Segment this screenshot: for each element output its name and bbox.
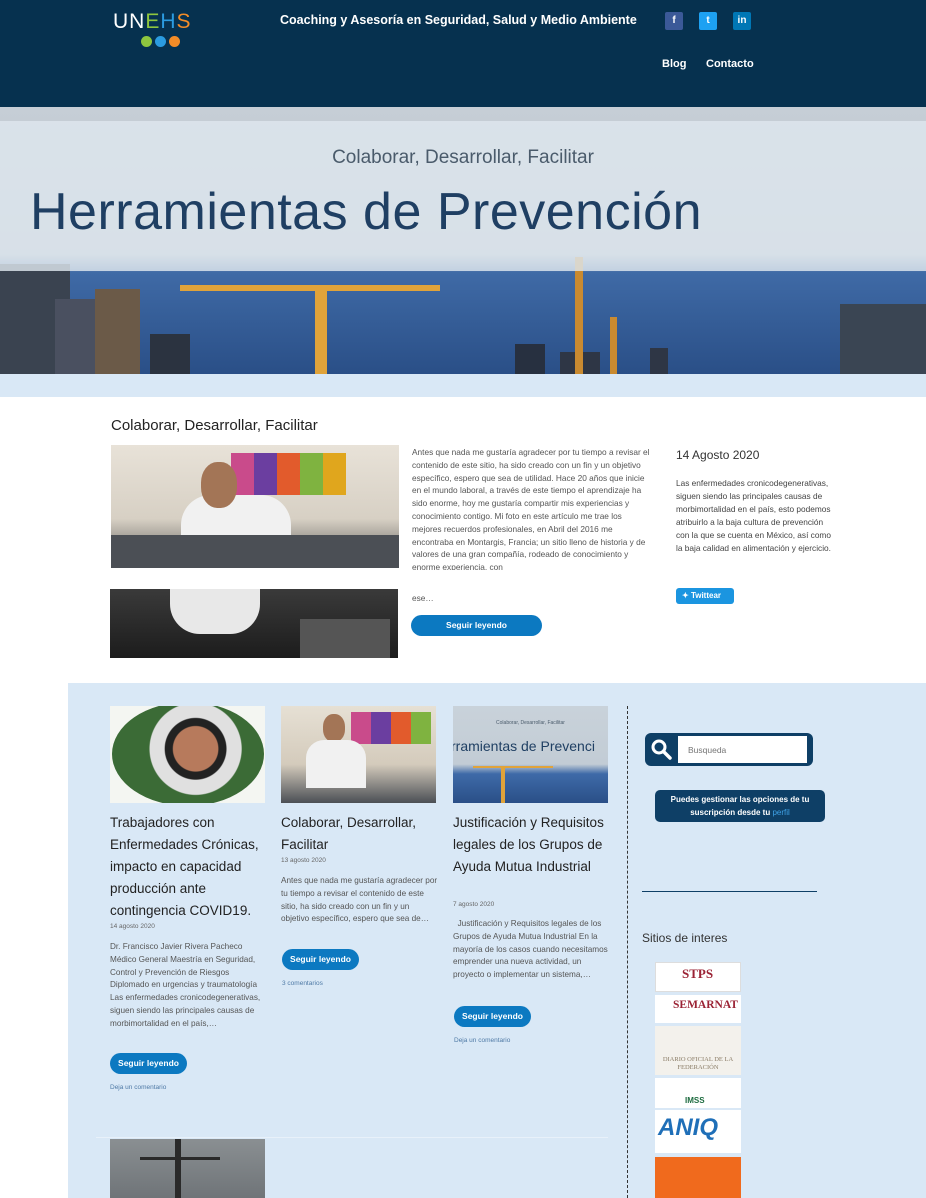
read-more-button[interactable]: Seguir leyendo <box>282 949 359 970</box>
featured-date: 14 Agosto 2020 <box>676 448 760 462</box>
building-silhouette <box>650 348 668 374</box>
image-caption-title: rramientas de Prevenci <box>453 738 595 754</box>
site-logo[interactable]: UNEHS <box>113 10 198 50</box>
crane-mast <box>501 766 505 803</box>
comment-link[interactable]: Deja un comentario <box>110 1084 166 1091</box>
search-icon[interactable] <box>651 739 672 760</box>
hero-banner: Colaborar, Desarrollar, Facilitar Herram… <box>0 107 926 374</box>
post-image[interactable] <box>110 706 265 803</box>
featured-post-title[interactable]: Colaborar, Desarrollar, Facilitar <box>111 417 318 434</box>
crane-jib <box>180 285 440 291</box>
dof-logo-text: DIARIO OFICIAL DE LA FEDERACIÓN <box>662 1056 734 1071</box>
building-silhouette <box>515 344 545 374</box>
person-head <box>201 462 237 508</box>
linkedin-icon[interactable]: in <box>733 12 751 30</box>
tweet-label: Twittear <box>690 591 722 600</box>
twitter-icon[interactable]: t <box>699 12 717 30</box>
featured-read-more-button[interactable]: Seguir leyendo <box>411 615 542 636</box>
profile-link[interactable]: perfil <box>772 808 789 817</box>
bookshelf <box>231 453 346 495</box>
building-silhouette <box>95 289 140 374</box>
stps-logo-text: STPS <box>682 966 714 981</box>
section-separator <box>0 374 926 397</box>
person-head <box>323 714 345 742</box>
utility-wires <box>140 1157 220 1160</box>
utility-pole <box>175 1139 181 1198</box>
crane-mast <box>575 257 583 374</box>
post-image[interactable]: Colaborar, Desarrollar, Facilitar rramie… <box>453 706 608 803</box>
building-silhouette <box>840 304 926 374</box>
sites-heading: Sitios de interes <box>642 931 728 945</box>
sidebar-divider <box>627 706 628 1198</box>
stps-logo[interactable]: STPS <box>655 962 741 992</box>
posts-row-divider <box>96 1137 608 1138</box>
imss-logo[interactable]: IMSS <box>655 1078 741 1108</box>
site-tagline: Coaching y Asesoría en Seguridad, Salud … <box>280 13 637 27</box>
orange-site-logo[interactable] <box>655 1157 741 1198</box>
building-silhouette <box>150 334 190 374</box>
featured-post-excerpt-end: ese… <box>412 593 434 603</box>
semarnat-logo-text: SEMARNAT <box>673 999 738 1011</box>
subscription-notice: Puedes gestionar las opciones de tu susc… <box>655 790 825 822</box>
post-image[interactable] <box>110 1139 265 1198</box>
crane-jib <box>473 766 553 768</box>
imss-logo-text: IMSS <box>685 1096 705 1105</box>
featured-post-image[interactable] <box>111 445 399 568</box>
featured-summary: Las enfermedades cronicodegenerativas, s… <box>676 478 831 553</box>
post-excerpt: Dr. Francisco Javier Rivera Pacheco Médi… <box>110 942 261 1028</box>
comment-link[interactable]: 3 comentarios <box>282 980 323 987</box>
crane-mast <box>315 287 327 374</box>
post-title[interactable]: Colaborar, Desarrollar, Facilitar <box>281 812 441 856</box>
post-title[interactable]: Justificación y Requisitos legales de lo… <box>453 812 613 878</box>
featured-post-excerpt: Antes que nada me gustaría agradecer por… <box>412 447 650 570</box>
portrait-photo <box>112 706 264 803</box>
bookshelf <box>351 712 431 744</box>
post-excerpt: Justificación y Requisitos legales de lo… <box>453 919 611 980</box>
twitter-icon: ✦ <box>682 591 689 600</box>
hero-subtitle: Colaborar, Desarrollar, Facilitar <box>332 147 594 168</box>
post-title[interactable]: Trabajadores con Enfermedades Crónicas, … <box>110 812 270 922</box>
person-body <box>170 589 260 634</box>
post-date: 13 agosto 2020 <box>281 857 326 864</box>
post-excerpt: Antes que nada me gustaría agradecer por… <box>281 876 438 924</box>
facebook-icon[interactable]: f <box>665 12 683 30</box>
hero-title: Herramientas de Prevención <box>30 183 702 241</box>
post-date: 14 agosto 2020 <box>110 923 155 930</box>
site-header: UNEHS Coaching y Asesoría en Seguridad, … <box>0 0 926 107</box>
post-image[interactable] <box>281 706 436 803</box>
nav-contacto[interactable]: Contacto <box>706 58 754 70</box>
sidebar-separator <box>642 891 817 892</box>
logo-text: UNEHS <box>113 10 192 33</box>
read-more-button[interactable]: Seguir leyendo <box>110 1053 187 1074</box>
image-caption-sub: Colaborar, Desarrollar, Facilitar <box>496 720 565 726</box>
crane-mast <box>610 317 617 374</box>
search-input[interactable] <box>678 736 807 763</box>
nav-blog[interactable]: Blog <box>662 58 686 70</box>
post-date: 7 agosto 2020 <box>453 901 495 908</box>
aniq-logo[interactable]: ANIQ <box>655 1110 741 1153</box>
semarnat-logo[interactable]: SEMARNAT <box>655 995 741 1023</box>
aniq-logo-text: ANIQ <box>658 1114 718 1141</box>
dof-logo[interactable]: DIARIO OFICIAL DE LA FEDERACIÓN <box>655 1026 741 1075</box>
featured-post-image-continued <box>110 589 398 658</box>
logo-icons <box>141 36 180 47</box>
sofa <box>111 535 399 568</box>
tweet-button[interactable]: ✦ Twittear <box>676 588 734 604</box>
laptop <box>300 619 390 658</box>
comment-link[interactable]: Deja un comentario <box>454 1037 510 1044</box>
read-more-button[interactable]: Seguir leyendo <box>454 1006 531 1027</box>
person-body <box>306 740 366 788</box>
